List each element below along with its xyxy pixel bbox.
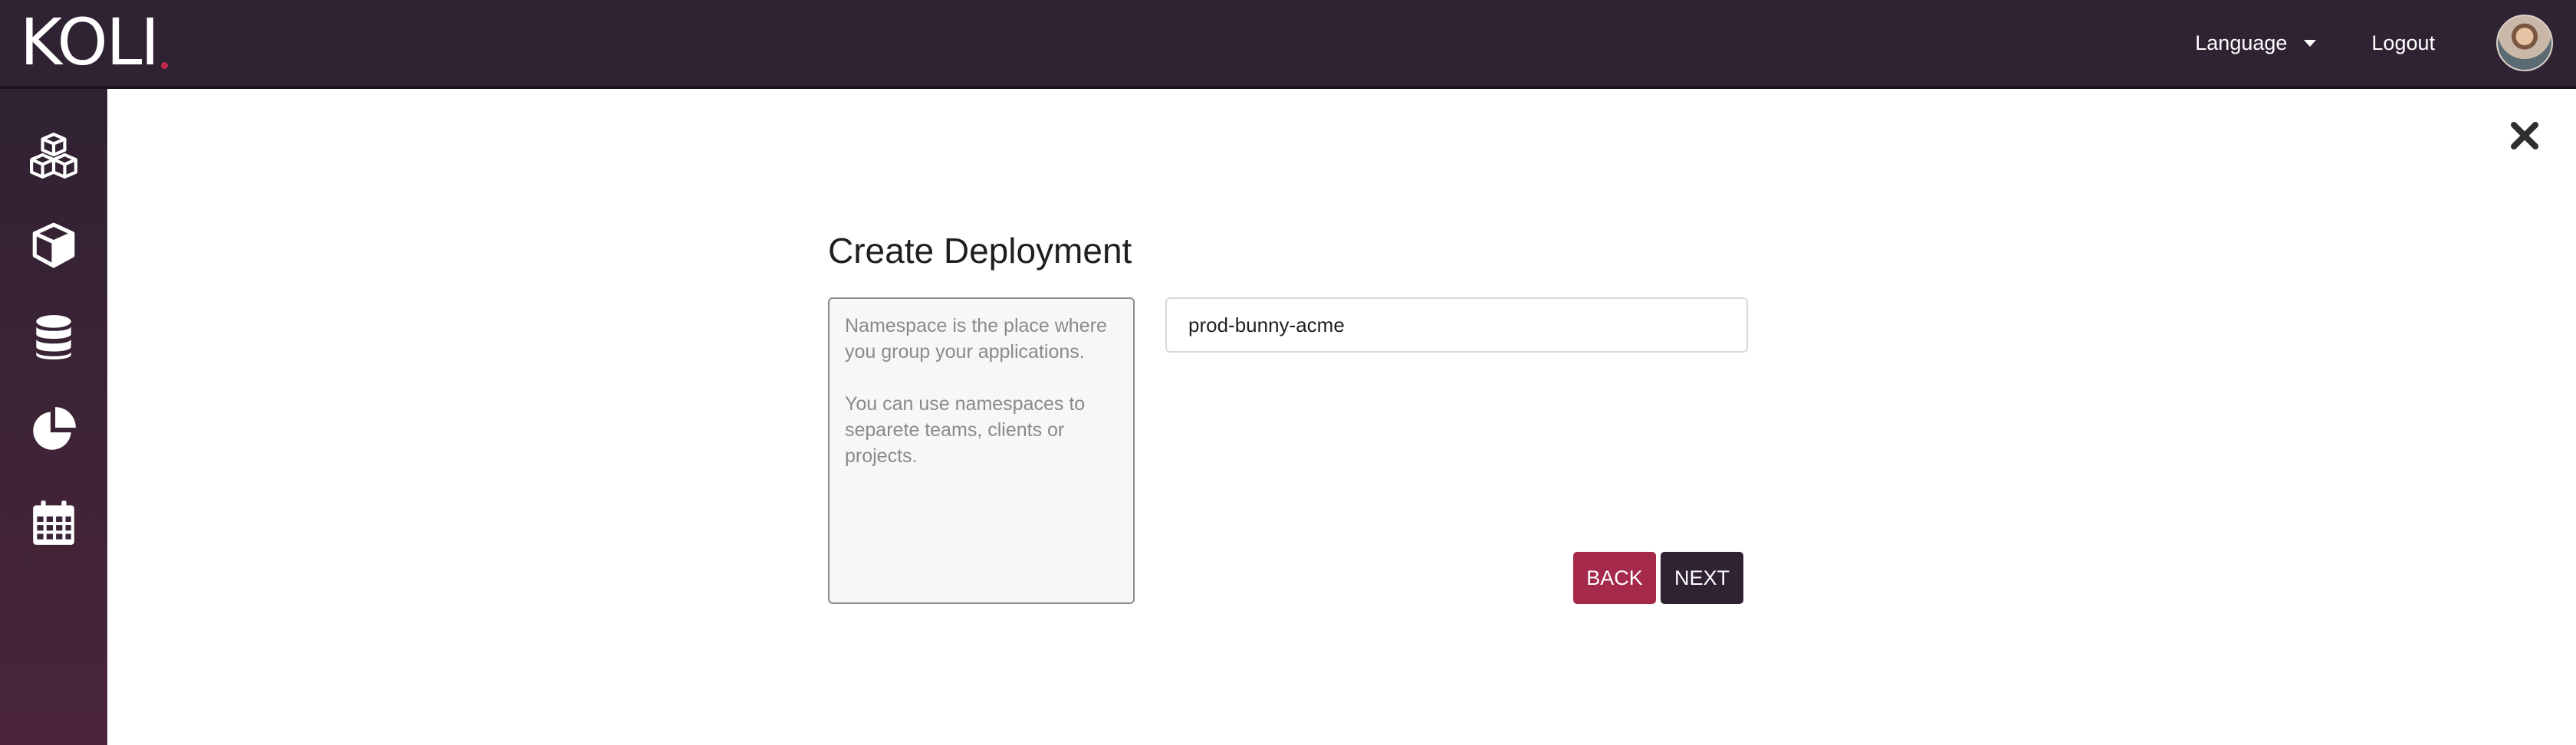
- logo-text: KOLI: [20, 5, 159, 80]
- sidebar-item-calendar[interactable]: [26, 495, 81, 550]
- logo-dot: [161, 62, 169, 69]
- cubes-icon: [30, 133, 77, 179]
- sidebar-item-cubes[interactable]: [26, 127, 81, 182]
- back-button[interactable]: BACK: [1573, 552, 1656, 604]
- logo[interactable]: KOLI: [20, 5, 169, 80]
- database-icon: [36, 315, 71, 359]
- language-dropdown[interactable]: Language: [2195, 31, 2317, 55]
- sidebar: [0, 89, 107, 745]
- sidebar-item-database[interactable]: [26, 310, 81, 365]
- help-text-1: Namespace is the place where you group y…: [845, 315, 1107, 363]
- language-label: Language: [2195, 31, 2288, 54]
- avatar[interactable]: [2496, 15, 2553, 71]
- sidebar-item-cube[interactable]: [26, 218, 81, 273]
- calendar-icon: [33, 500, 74, 545]
- caret-down-icon: [2304, 39, 2317, 47]
- help-text-2: You can use namespaces to separete teams…: [845, 393, 1086, 467]
- namespace-input[interactable]: [1165, 297, 1748, 353]
- close-icon: [2511, 122, 2538, 149]
- page-title: Create Deployment: [828, 231, 1132, 271]
- top-bar: KOLI Language Logout: [0, 0, 2576, 89]
- top-nav: Language Logout: [2195, 0, 2576, 86]
- pie-chart-icon: [33, 407, 76, 450]
- next-button[interactable]: NEXT: [1661, 552, 1743, 604]
- namespace-help-box: Namespace is the place where you group y…: [828, 297, 1135, 604]
- cube-icon: [32, 222, 75, 268]
- close-button[interactable]: [2505, 117, 2544, 155]
- sidebar-item-reports[interactable]: [26, 402, 81, 457]
- logout-link[interactable]: Logout: [2371, 31, 2435, 55]
